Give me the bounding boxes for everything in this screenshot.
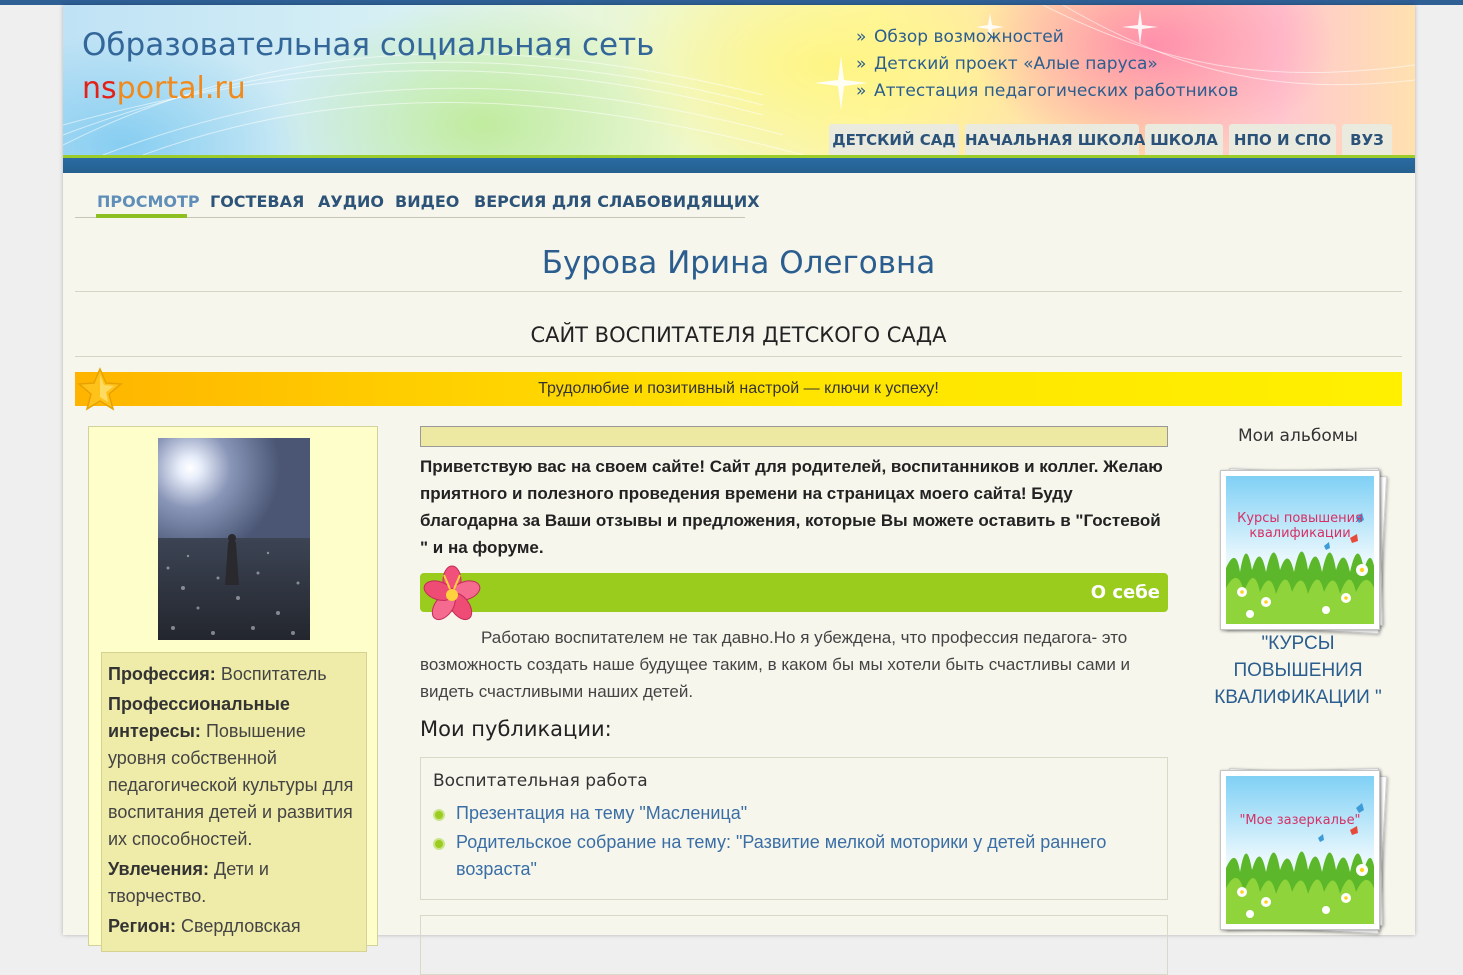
tab-guestbook[interactable]: ГОСТЕВАЯ xyxy=(210,192,304,211)
meadow-image xyxy=(1226,476,1374,624)
profile-photo[interactable] xyxy=(158,438,310,640)
page-container: Образовательная социальная сеть nsportal… xyxy=(63,5,1415,975)
person-name: Бурова Ирина Олеговна xyxy=(541,245,936,281)
raquo-icon: » xyxy=(856,81,867,101)
active-tab-indicator xyxy=(96,214,187,218)
publication-item[interactable]: Презентация на тему "Масленица" xyxy=(433,800,1133,827)
albums-title: Мои альбомы xyxy=(1238,426,1358,446)
welcome-text: Приветствую вас на своем сайте! Сайт для… xyxy=(420,457,1163,557)
region-value: Свердловская xyxy=(181,916,301,936)
header-bottom-bar xyxy=(63,155,1415,173)
profile-card: Профессия: Воспитатель Профессиональные … xyxy=(88,426,378,952)
divider xyxy=(75,291,1402,292)
about-text: Работаю воспитателем не так давно.Но я у… xyxy=(420,628,1131,701)
publications-title: Мои публикации: xyxy=(420,717,612,741)
tab-kindergarten[interactable]: ДЕТСКИЙ САД xyxy=(829,124,959,155)
bullet-icon xyxy=(433,838,445,850)
profile-photo-image xyxy=(158,438,310,640)
publication-list: Презентация на тему "Масленица" Родитель… xyxy=(433,800,1133,885)
divider xyxy=(75,356,1402,357)
album-cover-text: Курсы повышения квалификации xyxy=(1237,511,1363,541)
tab-primary-school[interactable]: НАЧАЛЬНАЯ ШКОЛА xyxy=(965,124,1145,155)
tab-vuz[interactable]: ВУЗ xyxy=(1342,124,1392,155)
publication-category[interactable]: Воспитательная работа xyxy=(433,771,648,791)
publications-box: Воспитательная работа Презентация на тем… xyxy=(420,757,1168,900)
profile-nav: ПРОСМОТР ГОСТЕВАЯ АУДИО ВИДЕО ВЕРСИЯ ДЛЯ… xyxy=(75,187,760,218)
album-cover: "Мое зазеркалье" xyxy=(1220,770,1380,930)
region-label: Регион: xyxy=(108,916,176,936)
tab-school[interactable]: ШКОЛА xyxy=(1145,124,1223,155)
publication-item[interactable]: Родительское собрание на тему: "Развитие… xyxy=(433,829,1133,883)
hobbies-row: Увлечения: Дети и творчество. xyxy=(108,856,360,910)
tab-npo-spo[interactable]: НПО И СПО xyxy=(1229,124,1336,155)
motto-banner: Трудолюбие и позитивный настрой — ключи … xyxy=(75,367,1402,411)
interests-row: Профессиональные интересы: Повышение уро… xyxy=(108,691,360,853)
hobbies-label: Увлечения: xyxy=(108,859,209,879)
about-header: О себе xyxy=(420,565,1168,621)
motto-text: Трудолюбие и позитивный настрой — ключи … xyxy=(538,380,939,397)
album-caption[interactable]: "КУРСЫ ПОВЫШЕНИЯ КВАЛИФИКАЦИИ " xyxy=(1213,630,1383,711)
tab-view[interactable]: ПРОСМОТР xyxy=(97,192,200,211)
meadow-image xyxy=(1226,776,1374,924)
album-cover: Курсы повышения квалификации xyxy=(1220,470,1380,630)
bullet-icon xyxy=(433,809,445,821)
album-thumbnail[interactable]: Курсы повышения квалификации xyxy=(1215,466,1388,636)
about-title: О себе xyxy=(1090,582,1160,603)
flower-icon xyxy=(423,565,481,621)
domain-part-portal: portal.ru xyxy=(116,71,246,106)
region-row: Регион: Свердловская xyxy=(108,913,360,940)
content-header-bar xyxy=(420,426,1168,447)
profession-row: Профессия: Воспитатель xyxy=(108,661,360,688)
header-links: » Обзор возможностей » Детский проект «Алы… xyxy=(856,24,1238,105)
header-link-overview[interactable]: » Обзор возможностей xyxy=(856,24,1238,51)
next-section-box xyxy=(420,915,1168,975)
album-thumbnail[interactable]: "Мое зазеркалье" xyxy=(1215,766,1388,936)
domain-part-ns: ns xyxy=(82,71,117,106)
profession-value: Воспитатель xyxy=(220,664,327,684)
raquo-icon: » xyxy=(856,54,867,74)
header-link-attestation[interactable]: » Аттестация педагогических работников xyxy=(856,78,1238,105)
tab-accessible-version[interactable]: ВЕРСИЯ ДЛЯ СЛАБОВИДЯЩИХ xyxy=(474,192,760,211)
profession-label: Профессия: xyxy=(108,664,216,684)
raquo-icon: » xyxy=(856,27,867,47)
profile-info: Профессия: Воспитатель Профессиональные … xyxy=(101,652,367,952)
album-cover-text: "Мое зазеркалье" xyxy=(1239,813,1361,828)
tab-audio[interactable]: АУДИО xyxy=(318,192,384,211)
site-title[interactable]: Образовательная социальная сеть xyxy=(82,27,654,63)
site-caption: САЙТ ВОСПИТАТЕЛЯ ДЕТСКОГО САДА xyxy=(530,323,947,347)
site-domain-logo[interactable]: nsportal.ru xyxy=(82,71,246,106)
tab-video[interactable]: ВИДЕО xyxy=(395,192,459,211)
site-header: Образовательная социальная сеть nsportal… xyxy=(63,5,1415,155)
header-link-kids-project[interactable]: » Детский проект «Алые паруса» xyxy=(856,51,1238,78)
